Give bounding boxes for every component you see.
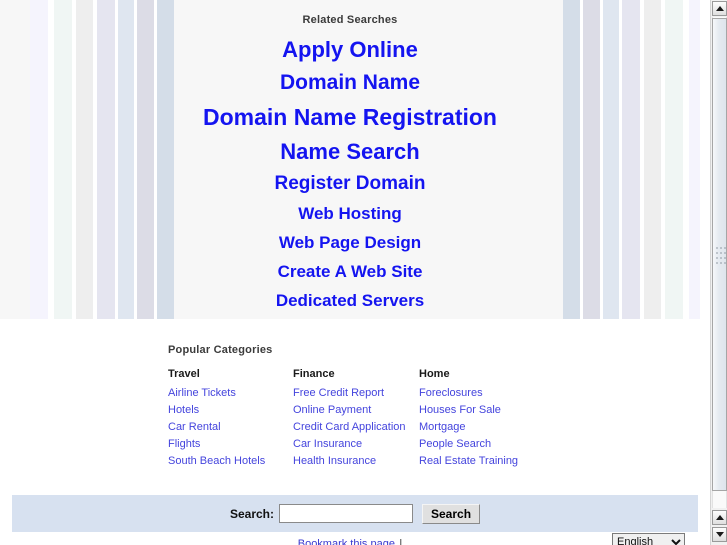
- category-link-flights[interactable]: Flights: [168, 436, 293, 453]
- related-search-link-name-search[interactable]: Name Search: [0, 140, 700, 163]
- category-link-health-insurance[interactable]: Health Insurance: [293, 453, 419, 470]
- search-band: Search: Search: [12, 495, 698, 532]
- category-heading-finance: Finance: [293, 368, 335, 380]
- category-link-hotels[interactable]: Hotels: [168, 402, 293, 419]
- category-link-mortgage[interactable]: Mortgage: [419, 419, 544, 436]
- related-search-link-dedicated-servers[interactable]: Dedicated Servers: [0, 291, 700, 310]
- category-link-car-insurance[interactable]: Car Insurance: [293, 436, 419, 453]
- scrollbar-grip-icon: [716, 247, 726, 264]
- related-search-link-web-page-design[interactable]: Web Page Design: [0, 234, 700, 252]
- category-link-car-rental[interactable]: Car Rental: [168, 419, 293, 436]
- search-button[interactable]: Search: [422, 503, 481, 524]
- popular-categories-heading: Popular Categories: [168, 344, 273, 356]
- chevron-down-icon: [715, 532, 724, 537]
- related-searches-content: Related Searches Apply Online Domain Nam…: [0, 0, 700, 319]
- popular-categories-section: Popular Categories Travel Airline Ticket…: [168, 344, 688, 470]
- category-columns: Travel Airline Tickets Hotels Car Rental…: [168, 368, 688, 470]
- chevron-up-icon: [715, 6, 724, 11]
- scrollbar-thumb[interactable]: [712, 18, 727, 491]
- related-search-link-create-a-web-site[interactable]: Create A Web Site: [0, 263, 700, 281]
- category-link-people-search[interactable]: People Search: [419, 436, 544, 453]
- scrollbar-down-button[interactable]: [712, 527, 727, 542]
- category-heading-home: Home: [419, 368, 450, 380]
- category-link-airline-tickets[interactable]: Airline Tickets: [168, 385, 293, 402]
- scrollbar-up-button[interactable]: [712, 1, 727, 16]
- category-column-finance: Finance Free Credit Report Online Paymen…: [293, 368, 419, 470]
- related-search-link-domain-name[interactable]: Domain Name: [0, 72, 700, 94]
- category-link-free-credit-report[interactable]: Free Credit Report: [293, 385, 419, 402]
- category-column-travel: Travel Airline Tickets Hotels Car Rental…: [168, 368, 293, 470]
- category-link-online-payment[interactable]: Online Payment: [293, 402, 419, 419]
- category-link-real-estate-training[interactable]: Real Estate Training: [419, 453, 544, 470]
- category-link-south-beach-hotels[interactable]: South Beach Hotels: [168, 453, 293, 470]
- search-form: Search: Search: [12, 495, 698, 532]
- related-searches-heading: Related Searches: [302, 14, 398, 26]
- footer: Bookmark this page |: [0, 534, 700, 545]
- category-link-foreclosures[interactable]: Foreclosures: [419, 385, 544, 402]
- scrollbar-down-button-upper[interactable]: [712, 510, 727, 525]
- related-search-link-apply-online[interactable]: Apply Online: [0, 38, 700, 61]
- footer-separator: |: [399, 538, 403, 545]
- category-column-home: Home Foreclosures Houses For Sale Mortga…: [419, 368, 544, 470]
- chevron-up-icon: [715, 515, 724, 520]
- search-label: Search:: [229, 506, 274, 521]
- page-root: Related Searches Apply Online Domain Nam…: [0, 0, 727, 545]
- search-input[interactable]: [279, 504, 413, 523]
- related-searches-banner: Related Searches Apply Online Domain Nam…: [0, 0, 700, 319]
- related-search-link-register-domain[interactable]: Register Domain: [0, 174, 700, 194]
- bookmark-this-page-link[interactable]: Bookmark this page: [298, 538, 395, 545]
- category-link-houses-for-sale[interactable]: Houses For Sale: [419, 402, 544, 419]
- related-search-link-web-hosting[interactable]: Web Hosting: [0, 205, 700, 223]
- vertical-scrollbar[interactable]: [710, 0, 727, 545]
- related-search-link-domain-name-registration[interactable]: Domain Name Registration: [0, 105, 700, 129]
- language-select[interactable]: English: [612, 533, 685, 545]
- category-link-credit-card-application[interactable]: Credit Card Application: [293, 419, 419, 436]
- category-heading-travel: Travel: [168, 368, 200, 380]
